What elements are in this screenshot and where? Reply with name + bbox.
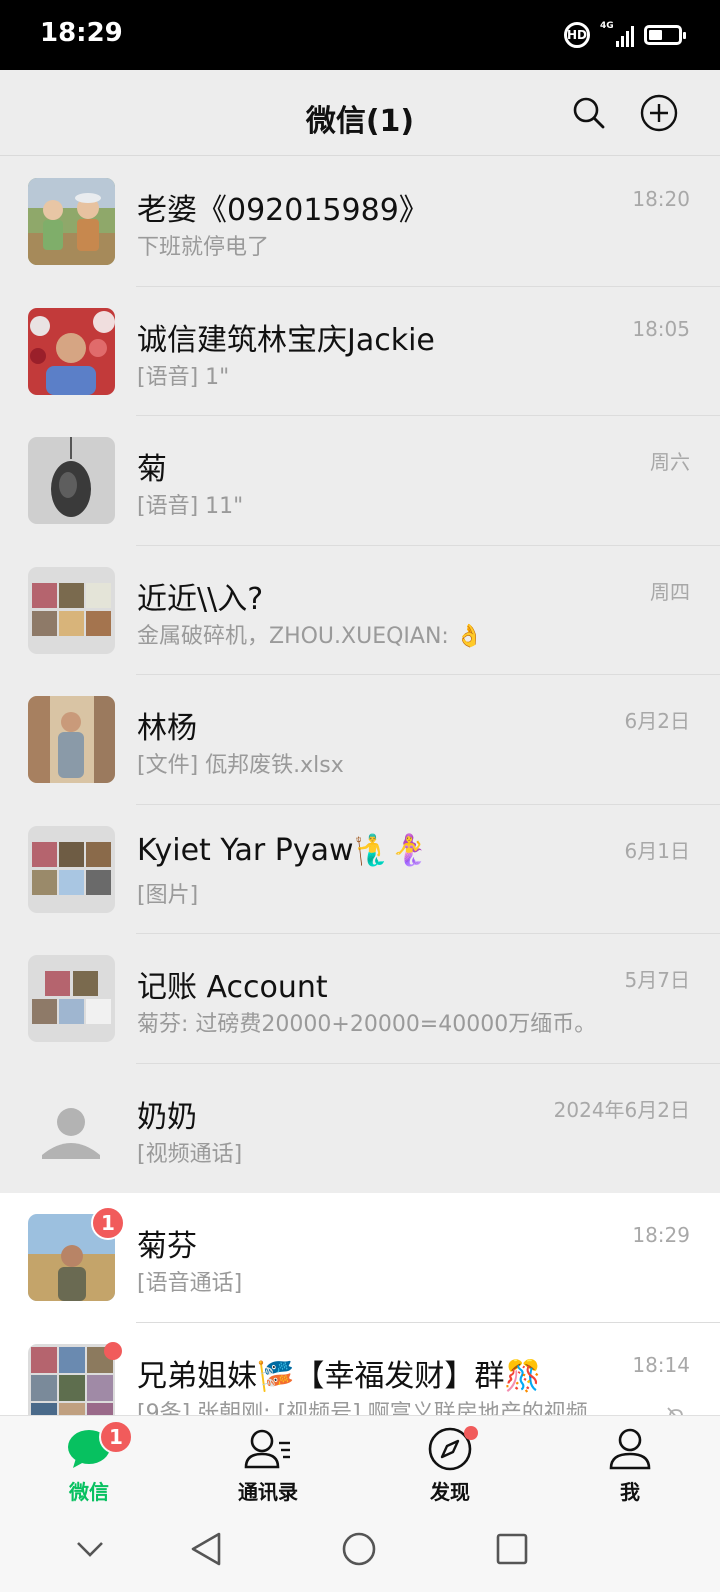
plus-circle-icon: [640, 94, 678, 132]
tab-label: 通讯录: [238, 1480, 298, 1504]
bottom-tab-bar: 1 微信 通讯录 发现 我: [0, 1415, 720, 1507]
chat-time: 6月1日: [624, 838, 690, 863]
chat-list: 老婆《092015989》 下班就停电了 18:20 诚信建筑林宝庆Jackie…: [0, 157, 720, 1415]
chat-preview: [视频通话]: [137, 1141, 243, 1167]
unread-dot: [104, 1341, 122, 1360]
chat-name: 老婆《092015989》: [137, 193, 429, 228]
status-time: 18:29: [40, 18, 123, 48]
chat-time: 周四: [650, 579, 690, 604]
tab-contacts[interactable]: 通讯录: [208, 1424, 328, 1505]
chat-time: 2024年6月2日: [553, 1097, 690, 1122]
chat-row[interactable]: 奶奶 [视频通话] 2024年6月2日: [0, 1063, 720, 1193]
chat-preview: [图片]: [137, 882, 199, 908]
chat-name: Kyiet Yar Pyaw🧜‍♂️🧜‍♀️: [137, 832, 429, 868]
mute-bell-icon: [664, 1405, 688, 1415]
chat-time: 周六: [650, 450, 690, 474]
default-avatar: [28, 1084, 115, 1172]
chat-preview: [语音通话]: [137, 1271, 243, 1296]
back-button[interactable]: [184, 1527, 228, 1571]
back-triangle-icon: [191, 1532, 221, 1566]
battery-icon: [644, 25, 686, 45]
person-placeholder-icon: [28, 1084, 115, 1172]
chat-row[interactable]: 兄弟姐妹🎏【幸福发财】群🎊 [9条] 张朝刚: [视频号] 啊富义联房地产的视频…: [0, 1322, 720, 1416]
collapse-button[interactable]: [68, 1527, 112, 1571]
chat-name: 记账 Account: [137, 970, 328, 1005]
chat-name: 近近\\入?: [137, 581, 264, 617]
chat-name: 菊: [137, 452, 167, 487]
group-avatar: [28, 566, 115, 654]
status-bar: 18:29 HD 4G: [0, 0, 720, 70]
chat-preview: 菊芬: 过磅费20000+20000=40000万缅币。: [137, 1012, 597, 1037]
group-avatar: [28, 1343, 115, 1415]
chat-time: 5月7日: [624, 968, 690, 992]
tab-unread-badge: 1: [99, 1420, 133, 1454]
person-icon: [609, 1428, 651, 1470]
tab-label: 我: [620, 1480, 640, 1504]
system-navigation-bar: [0, 1507, 720, 1592]
group-avatar: [28, 955, 115, 1042]
add-button[interactable]: [638, 92, 680, 134]
chat-row[interactable]: 诚信建筑林宝庆Jackie [语音] 1" 18:05: [0, 286, 720, 416]
top-header: 微信(1): [0, 70, 720, 156]
chat-preview: 金属破碎机，ZHOU.XUEQIAN: 👌: [137, 623, 484, 649]
avatar: [28, 178, 115, 265]
page-title: 微信(1): [305, 104, 415, 139]
avatar: [28, 696, 115, 783]
chat-time: 18:14: [632, 1352, 690, 1377]
tab-dot: [464, 1426, 478, 1440]
group-avatar: [28, 825, 115, 913]
chat-preview: [语音] 11": [137, 494, 244, 519]
tab-discover[interactable]: 发现: [390, 1424, 510, 1505]
chat-preview: [语音] 1": [137, 364, 230, 390]
chat-row[interactable]: Kyiet Yar Pyaw🧜‍♂️🧜‍♀️ [图片] 6月1日: [0, 804, 720, 934]
signal-icon: 4G: [600, 21, 634, 47]
chat-time: 18:20: [632, 187, 690, 211]
tab-chats[interactable]: 1 微信: [29, 1420, 149, 1505]
chevron-down-icon: [77, 1542, 103, 1557]
home-button[interactable]: [337, 1527, 381, 1571]
search-icon: [573, 97, 605, 129]
avatar: [28, 437, 115, 524]
tab-label: 微信: [69, 1480, 109, 1504]
chat-preview: [9条] 张朝刚: [视频号] 啊富义联房地产的视频: [137, 1400, 588, 1416]
chat-row[interactable]: 菊 [语音] 11" 周六: [0, 416, 720, 546]
recents-button[interactable]: [490, 1527, 534, 1571]
avatar: [28, 307, 115, 395]
chat-row[interactable]: 1 菊芬 [语音通话] 18:29: [0, 1193, 720, 1323]
chat-row[interactable]: 林杨 [文件] 佤邦废铁.xlsx 6月2日: [0, 675, 720, 805]
chat-row[interactable]: 记账 Account 菊芬: 过磅费20000+20000=40000万缅币。 …: [0, 934, 720, 1064]
status-icons: HD 4G: [564, 21, 686, 48]
tab-label: 发现: [430, 1480, 470, 1504]
chat-name: 诚信建筑林宝庆Jackie: [137, 322, 435, 358]
tab-me[interactable]: 我: [570, 1424, 690, 1505]
chat-name: 林杨: [137, 711, 197, 746]
chat-row[interactable]: 近近\\入? 金属破碎机，ZHOU.XUEQIAN: 👌 周四: [0, 545, 720, 675]
contacts-icon: [244, 1429, 290, 1469]
chat-name: 奶奶: [137, 1099, 197, 1135]
chat-name: 菊芬: [137, 1229, 197, 1264]
unread-badge: 1: [91, 1206, 125, 1240]
chat-time: 18:29: [632, 1223, 690, 1247]
search-button[interactable]: [568, 92, 610, 134]
chat-preview: 下班就停电了: [137, 235, 270, 260]
chat-time: 18:05: [632, 316, 690, 341]
recents-square-icon: [496, 1533, 528, 1565]
chat-preview: [文件] 佤邦废铁.xlsx: [137, 753, 344, 778]
chat-time: 6月2日: [624, 709, 690, 733]
chat-name: 兄弟姐妹🎏【幸福发财】群🎊: [137, 1358, 542, 1394]
hd-call-icon: HD: [564, 22, 590, 48]
home-circle-icon: [342, 1532, 376, 1566]
chat-row[interactable]: 老婆《092015989》 下班就停电了 18:20: [0, 157, 720, 287]
